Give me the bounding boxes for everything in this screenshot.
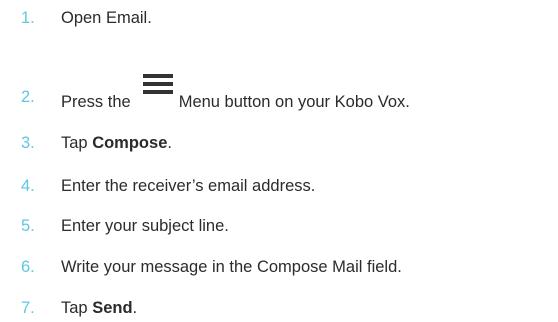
step-number: 1.: [21, 8, 35, 27]
step-text: Tap Send.: [61, 298, 138, 317]
step-number: 3.: [21, 133, 35, 152]
step-number: 4.: [21, 176, 35, 195]
bold-term-send: Send: [92, 298, 133, 317]
step-number: 7.: [21, 298, 35, 317]
menu-icon: [141, 72, 175, 98]
step-text: Enter the receiver’s email address.: [61, 176, 316, 195]
step-number: 6.: [21, 257, 35, 276]
step-text: Tap Compose.: [61, 133, 172, 152]
bold-term-compose: Compose: [92, 133, 168, 152]
step-text: Press the Menu button on your Kobo Vox.: [61, 74, 410, 112]
step-text: Open Email.: [61, 8, 152, 27]
step-text: Write your message in the Compose Mail f…: [61, 257, 402, 276]
step-number: 5.: [21, 216, 35, 235]
step-text: Enter your subject line.: [61, 216, 229, 235]
step-number: 2.: [21, 87, 35, 106]
